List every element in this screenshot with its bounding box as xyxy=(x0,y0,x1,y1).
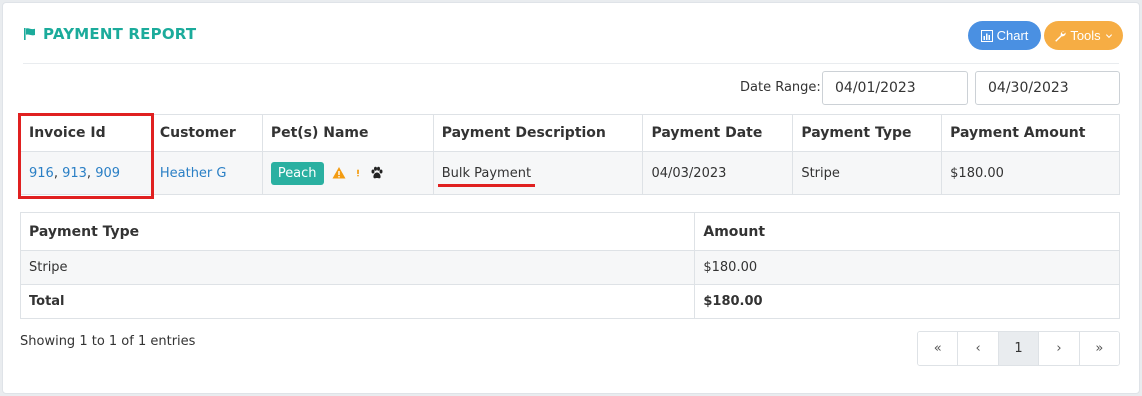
date-range-label: Date Range: xyxy=(740,80,821,95)
chart-button[interactable]: Chart xyxy=(968,21,1041,50)
description-cell: Bulk Payment xyxy=(432,151,644,195)
invoice-separator: , xyxy=(86,165,96,181)
payment-description: Bulk Payment xyxy=(441,165,532,181)
prev-page-button[interactable]: ‹ xyxy=(958,332,999,365)
next-page-button[interactable]: › xyxy=(1039,332,1080,365)
annotation-underline xyxy=(437,183,536,187)
col-invoice-id[interactable]: Invoice Id xyxy=(20,114,152,152)
table-row: Stripe $180.00 xyxy=(19,250,1120,285)
invoice-separator: , xyxy=(53,165,63,181)
page-title-text: PAYMENT REPORT xyxy=(43,25,197,43)
col-payment-description[interactable]: Payment Description xyxy=(432,114,644,152)
invoice-link[interactable]: 909 xyxy=(95,166,120,181)
wrench-icon xyxy=(1055,30,1066,42)
col-summary-amount: Amount xyxy=(694,212,1120,251)
summary-type-cell: Stripe xyxy=(19,250,696,285)
date-from-input[interactable] xyxy=(822,71,968,105)
entries-info: Showing 1 to 1 of 1 entries xyxy=(20,334,196,349)
header-divider xyxy=(23,63,1119,64)
tools-button-label: Tools xyxy=(1070,28,1101,43)
exclamation-icon[interactable] xyxy=(354,166,362,180)
col-customer[interactable]: Customer xyxy=(150,114,263,152)
payment-type-cell: Stripe xyxy=(792,151,943,195)
summary-amount-cell: $180.00 xyxy=(694,250,1120,285)
col-payment-type[interactable]: Payment Type xyxy=(792,114,943,152)
page-title: PAYMENT REPORT xyxy=(23,25,196,43)
col-payment-date[interactable]: Payment Date xyxy=(642,114,794,152)
payments-table: Invoice Id Customer Pet(s) Name Payment … xyxy=(20,114,1120,195)
invoice-link[interactable]: 916 xyxy=(29,166,54,181)
invoice-ids-cell: 916, 913, 909 xyxy=(20,151,152,195)
last-page-button[interactable]: » xyxy=(1079,332,1119,365)
chart-button-label: Chart xyxy=(996,28,1029,43)
paw-icon[interactable] xyxy=(370,166,384,180)
bar-chart-icon xyxy=(980,29,993,42)
payment-date-cell: 04/03/2023 xyxy=(642,151,794,195)
customer-cell: Heather G xyxy=(150,151,263,195)
warning-icon[interactable] xyxy=(332,166,346,180)
pagination: « ‹ 1 › » xyxy=(917,331,1120,366)
flag-icon xyxy=(24,28,35,40)
date-to-input[interactable] xyxy=(975,71,1120,105)
chevron-down-icon xyxy=(1105,33,1112,38)
summary-total-row: Total $180.00 xyxy=(19,284,1120,319)
total-amount: $180.00 xyxy=(694,284,1120,319)
col-summary-payment-type: Payment Type xyxy=(19,212,696,251)
tools-button[interactable]: Tools xyxy=(1044,21,1123,50)
col-pets-name[interactable]: Pet(s) Name xyxy=(261,114,434,152)
summary-table: Payment Type Amount Stripe $180.00 Total… xyxy=(19,212,1120,319)
payment-amount-cell: $180.00 xyxy=(941,151,1120,195)
summary-header-row: Payment Type Amount xyxy=(19,212,1120,251)
page-1-button[interactable]: 1 xyxy=(998,332,1040,365)
pets-cell: Peach xyxy=(261,151,434,195)
total-label: Total xyxy=(19,284,696,319)
first-page-button[interactable]: « xyxy=(918,332,959,365)
table-row: 916, 913, 909 Heather G Peach Bulk Payme… xyxy=(20,151,1120,195)
col-payment-amount[interactable]: Payment Amount xyxy=(941,114,1120,152)
invoice-link[interactable]: 913 xyxy=(62,166,87,181)
payments-header-row: Invoice Id Customer Pet(s) Name Payment … xyxy=(20,114,1120,152)
customer-link[interactable]: Heather G xyxy=(160,166,227,181)
pet-badge[interactable]: Peach xyxy=(270,161,324,185)
